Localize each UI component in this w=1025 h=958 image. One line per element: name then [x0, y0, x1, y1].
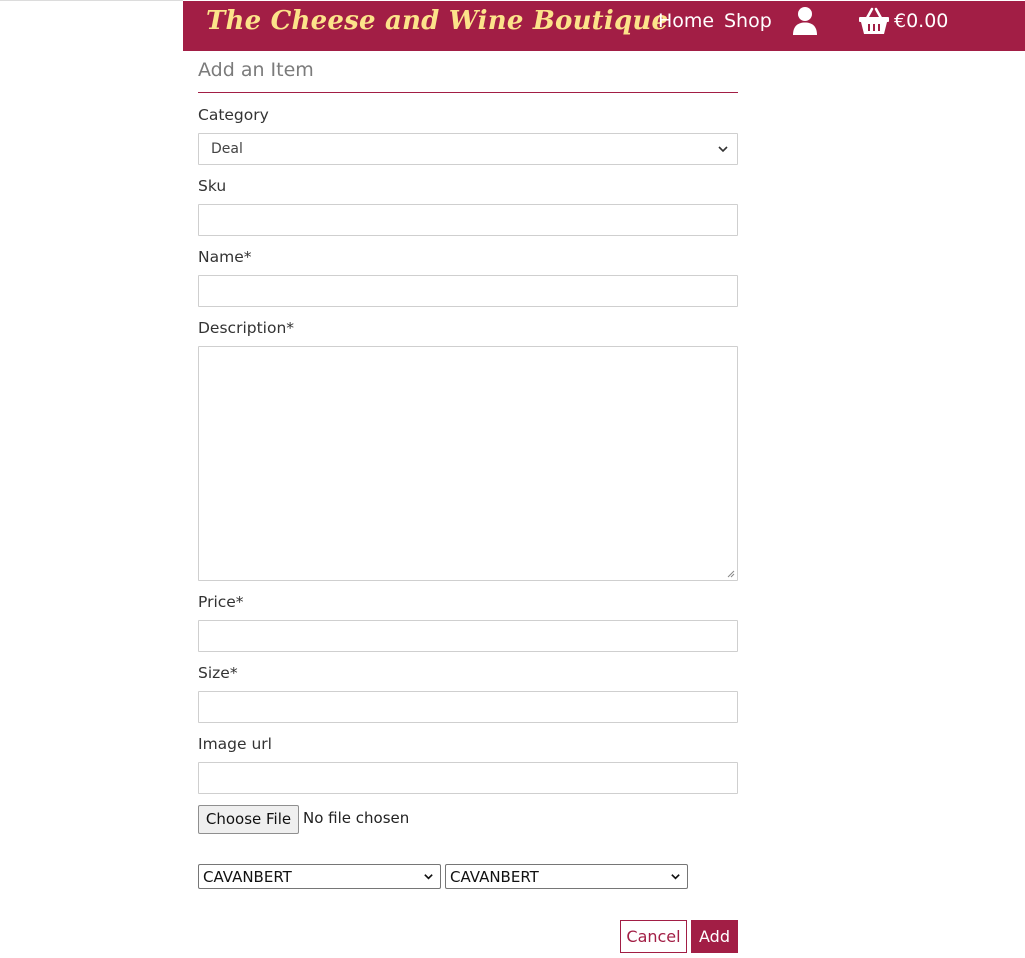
site-header: The Cheese and Wine Boutique Home Shop €…: [183, 1, 1025, 51]
title-divider: [198, 92, 738, 93]
resize-handle-icon[interactable]: [727, 570, 735, 578]
image-url-label: Image url: [198, 735, 272, 753]
size-input[interactable]: [198, 691, 738, 723]
sku-label: Sku: [198, 177, 227, 195]
description-label: Description*: [198, 319, 295, 337]
sku-input[interactable]: [198, 204, 738, 236]
page-title: Add an Item: [198, 59, 314, 81]
user-icon[interactable]: [792, 6, 818, 36]
choose-file-button[interactable]: Choose File: [198, 805, 299, 834]
category-select[interactable]: Deal: [198, 133, 738, 165]
category-label: Category: [198, 106, 269, 124]
size-label: Size*: [198, 664, 238, 682]
chevron-down-icon: [718, 146, 728, 153]
price-label: Price*: [198, 593, 244, 611]
pairing-select-1[interactable]: CAVANBERT: [198, 864, 441, 889]
chevron-down-icon: [424, 874, 433, 880]
basket-icon[interactable]: [858, 7, 890, 35]
chevron-down-icon: [671, 874, 680, 880]
cart-total[interactable]: €0.00: [894, 10, 948, 32]
add-button[interactable]: Add: [691, 920, 738, 953]
image-url-input[interactable]: [198, 762, 738, 794]
pairing-select-1-value: CAVANBERT: [203, 867, 292, 886]
file-status-text: No file chosen: [303, 809, 410, 827]
cancel-button[interactable]: Cancel: [620, 920, 687, 953]
name-label: Name*: [198, 248, 252, 266]
pairing-select-2-value: CAVANBERT: [450, 867, 539, 886]
brand-logo[interactable]: The Cheese and Wine Boutique: [206, 6, 668, 36]
category-selected-value: Deal: [211, 141, 243, 157]
nav-home-link[interactable]: Home: [658, 10, 714, 32]
nav-shop-link[interactable]: Shop: [724, 10, 772, 32]
price-input[interactable]: [198, 620, 738, 652]
name-input[interactable]: [198, 275, 738, 307]
description-textarea[interactable]: [198, 346, 738, 581]
top-divider: [0, 0, 183, 1]
pairing-select-2[interactable]: CAVANBERT: [445, 864, 688, 889]
